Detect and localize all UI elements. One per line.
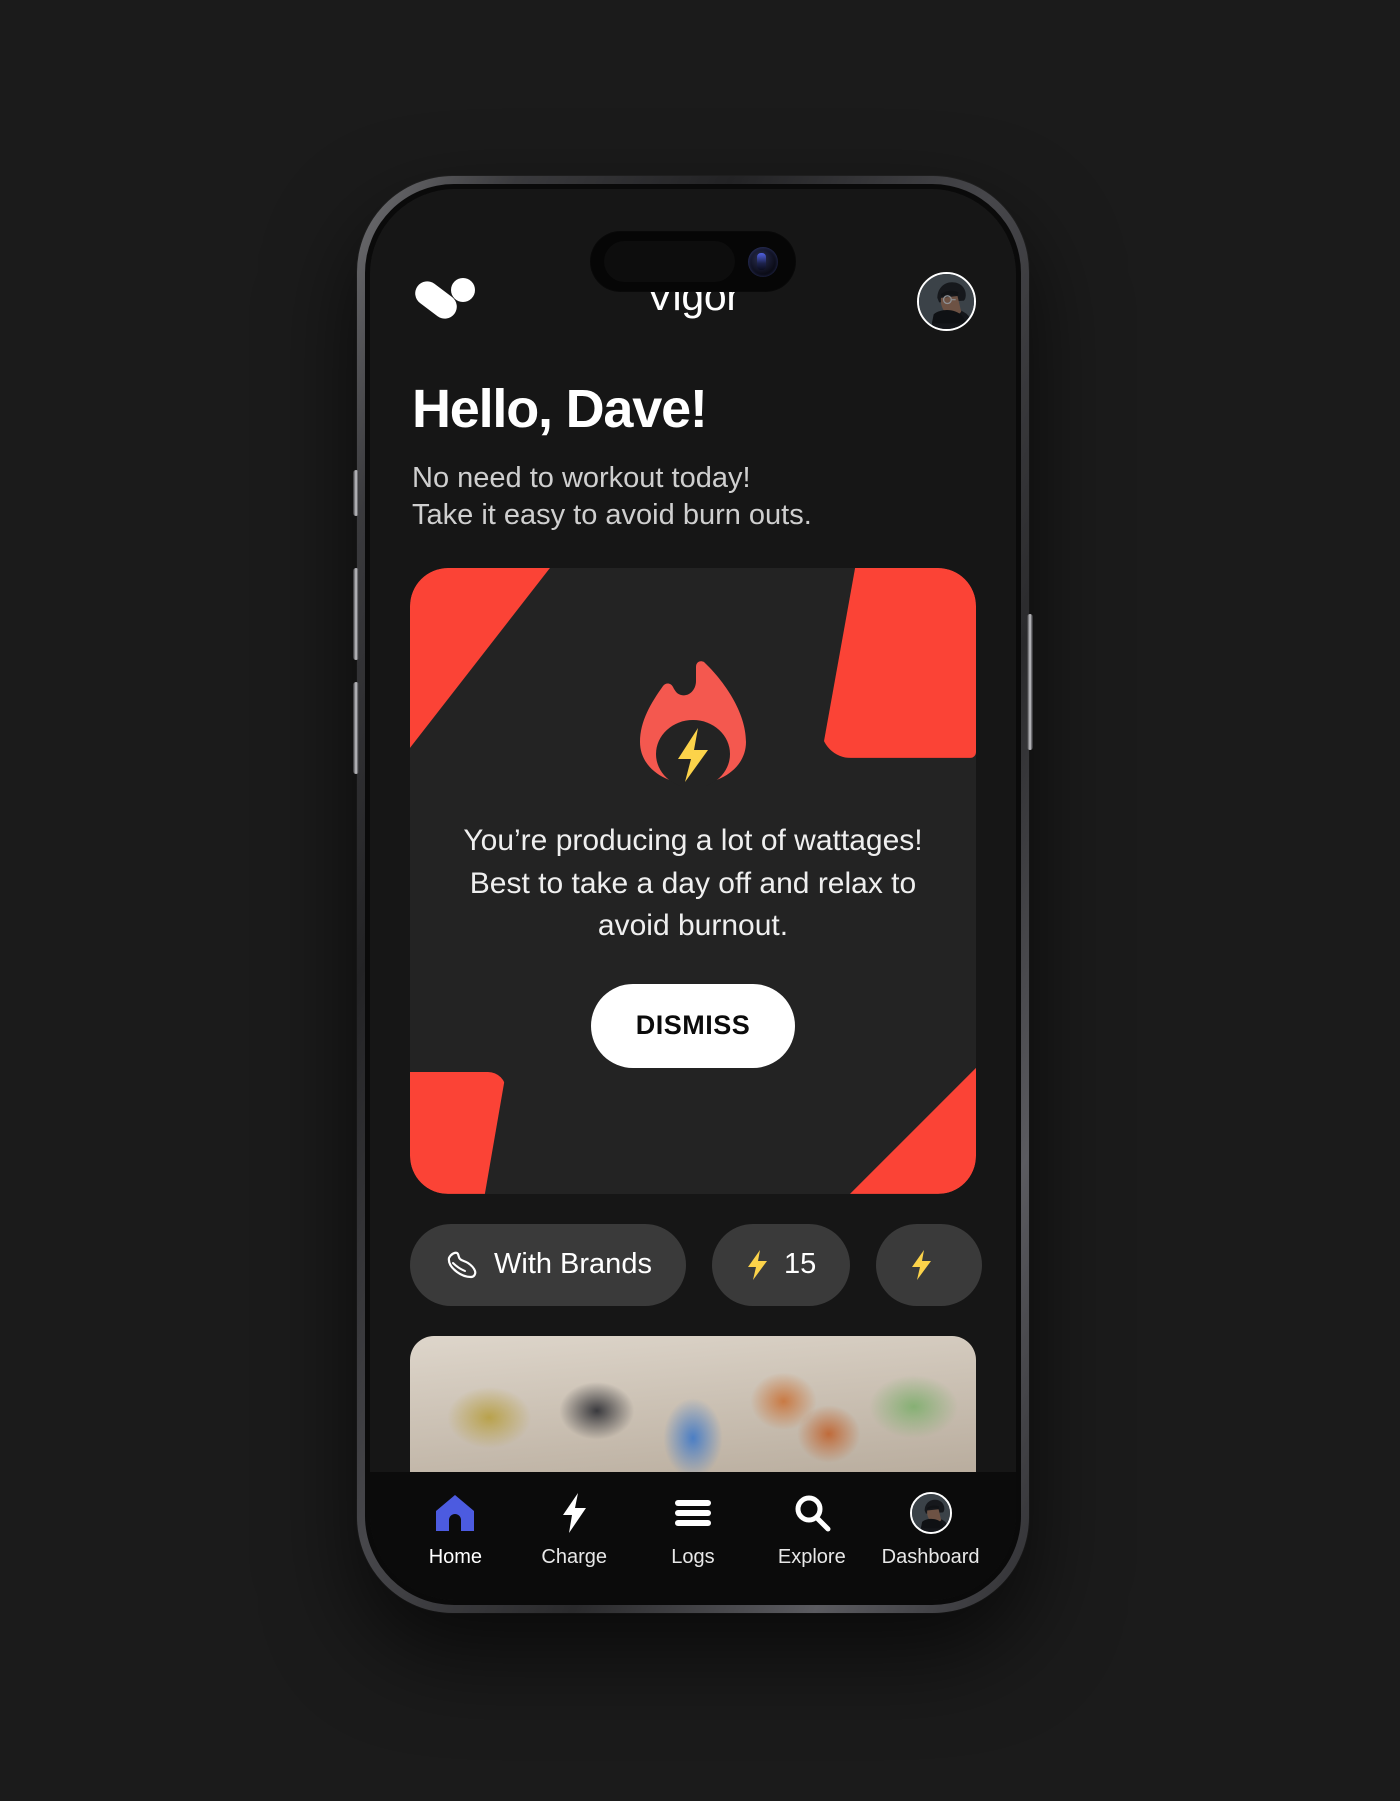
phone-screen: Vigor Hello, Dave! No need to workout to… (370, 189, 1016, 1600)
filter-chips-row[interactable]: With Brands 15 (370, 1223, 1016, 1306)
climbing-wall-photo[interactable] (410, 1335, 976, 1472)
dismiss-button[interactable]: DISMISS (591, 983, 795, 1068)
silent-switch-button[interactable] (353, 470, 359, 516)
volume-down-button[interactable] (353, 682, 359, 774)
greeting-subtitle: No need to workout today! Take it easy t… (412, 460, 974, 534)
volume-up-button[interactable] (353, 568, 359, 660)
greeting-subtitle-line-1: No need to workout today! (412, 461, 751, 494)
vigor-logo-icon (412, 275, 476, 323)
photo-image (410, 1335, 976, 1472)
lightning-icon (910, 1249, 932, 1280)
front-camera-icon (748, 246, 778, 277)
alert-message: You’re producing a lot of wattages! Best… (463, 823, 923, 943)
nav-item-logs[interactable]: Logs (635, 1490, 751, 1569)
nav-item-dashboard[interactable]: Dashboard (873, 1490, 989, 1569)
chip-label: 15 (783, 1248, 817, 1281)
nav-label-explore: Explore (777, 1546, 846, 1568)
greeting-subtitle-line-2: Take it easy to avoid burn outs. (412, 498, 812, 531)
bolt-icon (560, 1490, 588, 1536)
nav-label-dashboard: Dashboard (881, 1546, 980, 1568)
scene: Vigor Hello, Dave! No need to workout to… (0, 0, 1400, 1801)
chip-with-brands[interactable]: With Brands (410, 1223, 686, 1306)
nav-item-home[interactable]: Home (397, 1490, 513, 1569)
dynamic-island (590, 231, 796, 292)
decor-shape-bottom-right (850, 1067, 976, 1194)
avatar[interactable] (917, 272, 976, 331)
greeting-title: Hello, Dave! (412, 379, 708, 439)
shoe-icon (444, 1250, 478, 1280)
nav-label-charge: Charge (541, 1546, 607, 1568)
burnout-alert-card: You’re producing a lot of wattages! Best… (410, 567, 976, 1194)
lightning-icon (746, 1249, 768, 1280)
chip-label: With Brands (494, 1248, 652, 1281)
chip-wattage-15[interactable]: 15 (711, 1223, 851, 1306)
phone-bezel: Vigor Hello, Dave! No need to workout to… (365, 184, 1021, 1605)
avatar-icon (909, 1490, 952, 1536)
power-button[interactable] (1027, 614, 1033, 750)
vigor-app: Vigor Hello, Dave! No need to workout to… (370, 189, 1016, 1600)
decor-shape-top-left (410, 567, 550, 748)
search-icon (792, 1490, 832, 1536)
flame-bolt-icon (634, 656, 752, 788)
home-icon (434, 1490, 476, 1536)
nav-item-explore[interactable]: Explore (754, 1490, 870, 1569)
nav-label-home: Home (428, 1546, 483, 1568)
decor-shape-bottom-left (410, 1071, 506, 1194)
nav-item-charge[interactable]: Charge (516, 1490, 632, 1569)
chip-wattage-next[interactable] (876, 1223, 983, 1306)
menu-lines-icon (673, 1490, 713, 1536)
phone-device-frame: Vigor Hello, Dave! No need to workout to… (353, 176, 1033, 1613)
greeting-block: Hello, Dave! No need to workout today! T… (370, 339, 1016, 534)
nav-label-logs: Logs (671, 1546, 715, 1568)
decor-shape-top-right (821, 567, 976, 758)
bottom-navigation-bar: Home Charge Logs Explore Dashboard (370, 1472, 1016, 1600)
